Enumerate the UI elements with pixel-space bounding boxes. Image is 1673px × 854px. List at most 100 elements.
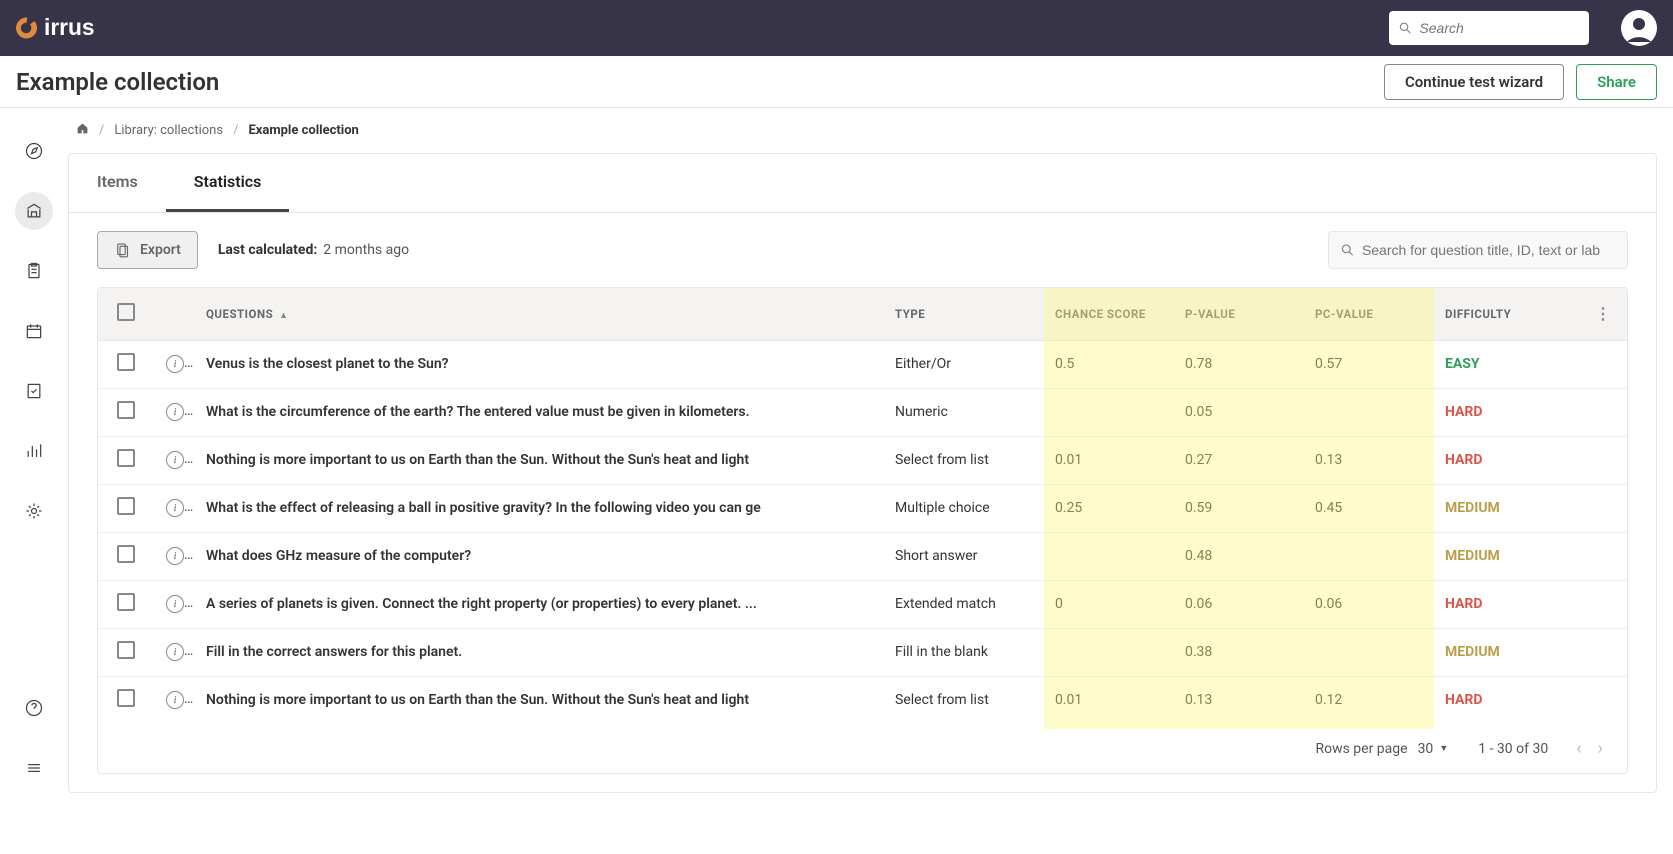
svg-text:irrus: irrus [44, 14, 95, 40]
nav-settings-icon[interactable] [15, 492, 53, 530]
pvalue-cell: 0.59 [1173, 484, 1303, 532]
difficulty-cell: HARD [1433, 676, 1583, 724]
tab-items[interactable]: Items [69, 154, 166, 212]
logo[interactable]: irrus [16, 14, 139, 42]
type-cell: Select from list [883, 676, 1043, 724]
breadcrumb-library[interactable]: Library: collections [114, 123, 223, 138]
col-header-chance[interactable]: CHANCE SCORE [1043, 288, 1173, 340]
row-checkbox[interactable] [117, 593, 135, 611]
question-cell[interactable]: Nothing is more important to us on Earth… [194, 436, 883, 484]
select-all-checkbox[interactable] [117, 303, 135, 321]
col-header-pcvalue[interactable]: PC-VALUE [1303, 288, 1433, 340]
search-icon [1341, 243, 1354, 257]
breadcrumb-separator: / [99, 123, 104, 138]
pcvalue-cell [1303, 532, 1433, 580]
info-icon[interactable]: i [166, 451, 184, 469]
last-calculated-label: Last calculated: [218, 242, 317, 258]
question-cell[interactable]: What does GHz measure of the computer? [194, 532, 883, 580]
info-icon[interactable]: i [166, 643, 184, 661]
table-search-input[interactable] [1362, 242, 1615, 258]
continue-wizard-button[interactable]: Continue test wizard [1384, 64, 1564, 100]
nav-menu-icon[interactable] [15, 749, 53, 787]
row-checkbox[interactable] [117, 497, 135, 515]
tab-bar: Items Statistics [69, 154, 1656, 213]
info-icon[interactable]: i [166, 403, 184, 421]
difficulty-cell: MEDIUM [1433, 628, 1583, 676]
pcvalue-cell [1303, 628, 1433, 676]
info-icon[interactable]: i [166, 691, 184, 709]
nav-calendar-icon[interactable] [15, 312, 53, 350]
nav-help-icon[interactable] [15, 689, 53, 727]
pvalue-cell: 0.48 [1173, 532, 1303, 580]
chance-cell: 0.25 [1043, 484, 1173, 532]
type-cell: Short answer [883, 532, 1043, 580]
chance-cell: 0.01 [1043, 436, 1173, 484]
table-row: i A series of planets is given. Connect t… [98, 580, 1627, 628]
pvalue-cell: 0.06 [1173, 580, 1303, 628]
nav-reports-icon[interactable] [15, 432, 53, 470]
table-row: i Nothing is more important to us on Eart… [98, 436, 1627, 484]
statistics-table: QUESTIONS▲ TYPE CHANCE SCORE P-VALUE PC-… [97, 287, 1628, 774]
nav-tasks-icon[interactable] [15, 372, 53, 410]
export-icon [114, 241, 132, 259]
pagination-range: 1 - 30 of 30 [1478, 741, 1548, 757]
pvalue-cell: 0.05 [1173, 388, 1303, 436]
pagination-next-icon[interactable]: › [1590, 734, 1611, 763]
pvalue-cell: 0.27 [1173, 436, 1303, 484]
breadcrumb-current: Example collection [248, 123, 358, 138]
table-search[interactable] [1328, 231, 1628, 269]
info-icon[interactable]: i [166, 595, 184, 613]
user-avatar[interactable] [1621, 10, 1657, 46]
share-button[interactable]: Share [1576, 64, 1657, 100]
pagination-prev-icon[interactable]: ‹ [1568, 734, 1589, 763]
sort-asc-icon: ▲ [279, 310, 288, 321]
question-cell[interactable]: What is the circumference of the earth? … [194, 388, 883, 436]
search-icon [1399, 21, 1411, 35]
global-search-input[interactable] [1419, 20, 1579, 36]
breadcrumb-home-icon[interactable] [76, 122, 89, 139]
rows-per-page-dropdown-icon[interactable]: ▼ [1439, 743, 1448, 754]
row-checkbox[interactable] [117, 449, 135, 467]
pcvalue-cell: 0.45 [1303, 484, 1433, 532]
toolbar: Export Last calculated: 2 months ago [69, 213, 1656, 287]
col-header-difficulty[interactable]: DIFFICULTY [1433, 288, 1583, 340]
nav-explore-icon[interactable] [15, 132, 53, 170]
tab-statistics[interactable]: Statistics [166, 154, 290, 212]
question-cell[interactable]: A series of planets is given. Connect th… [194, 580, 883, 628]
row-checkbox[interactable] [117, 401, 135, 419]
nav-library-icon[interactable] [15, 192, 53, 230]
table-row: i Venus is the closest planet to the Sun?… [98, 340, 1627, 388]
row-checkbox[interactable] [117, 689, 135, 707]
pagination: Rows per page 30 ▼ 1 - 30 of 30 ‹ › [98, 724, 1627, 773]
difficulty-cell: MEDIUM [1433, 532, 1583, 580]
row-checkbox[interactable] [117, 641, 135, 659]
type-cell: Extended match [883, 580, 1043, 628]
chance-cell [1043, 532, 1173, 580]
col-header-pvalue[interactable]: P-VALUE [1173, 288, 1303, 340]
table-header-row: QUESTIONS▲ TYPE CHANCE SCORE P-VALUE PC-… [98, 288, 1627, 340]
col-header-questions[interactable]: QUESTIONS▲ [194, 288, 883, 340]
info-icon[interactable]: i [166, 355, 184, 373]
type-cell: Multiple choice [883, 484, 1043, 532]
chance-cell: 0 [1043, 580, 1173, 628]
question-cell[interactable]: Fill in the correct answers for this pla… [194, 628, 883, 676]
nav-clipboard-icon[interactable] [15, 252, 53, 290]
pcvalue-cell: 0.57 [1303, 340, 1433, 388]
info-icon[interactable]: i [166, 547, 184, 565]
chance-cell: 0.5 [1043, 340, 1173, 388]
side-nav [0, 108, 68, 809]
info-icon[interactable]: i [166, 499, 184, 517]
pcvalue-cell: 0.12 [1303, 676, 1433, 724]
pcvalue-cell: 0.06 [1303, 580, 1433, 628]
row-checkbox[interactable] [117, 545, 135, 563]
question-cell[interactable]: What is the effect of releasing a ball i… [194, 484, 883, 532]
col-header-type[interactable]: TYPE [883, 288, 1043, 340]
column-options-icon[interactable]: ⋮ [1595, 304, 1612, 323]
row-checkbox[interactable] [117, 353, 135, 371]
table-row: i What does GHz measure of the computer?S… [98, 532, 1627, 580]
export-button[interactable]: Export [97, 231, 198, 269]
question-cell[interactable]: Nothing is more important to us on Earth… [194, 676, 883, 724]
global-search[interactable] [1389, 11, 1589, 45]
difficulty-cell: HARD [1433, 436, 1583, 484]
question-cell[interactable]: Venus is the closest planet to the Sun? [194, 340, 883, 388]
